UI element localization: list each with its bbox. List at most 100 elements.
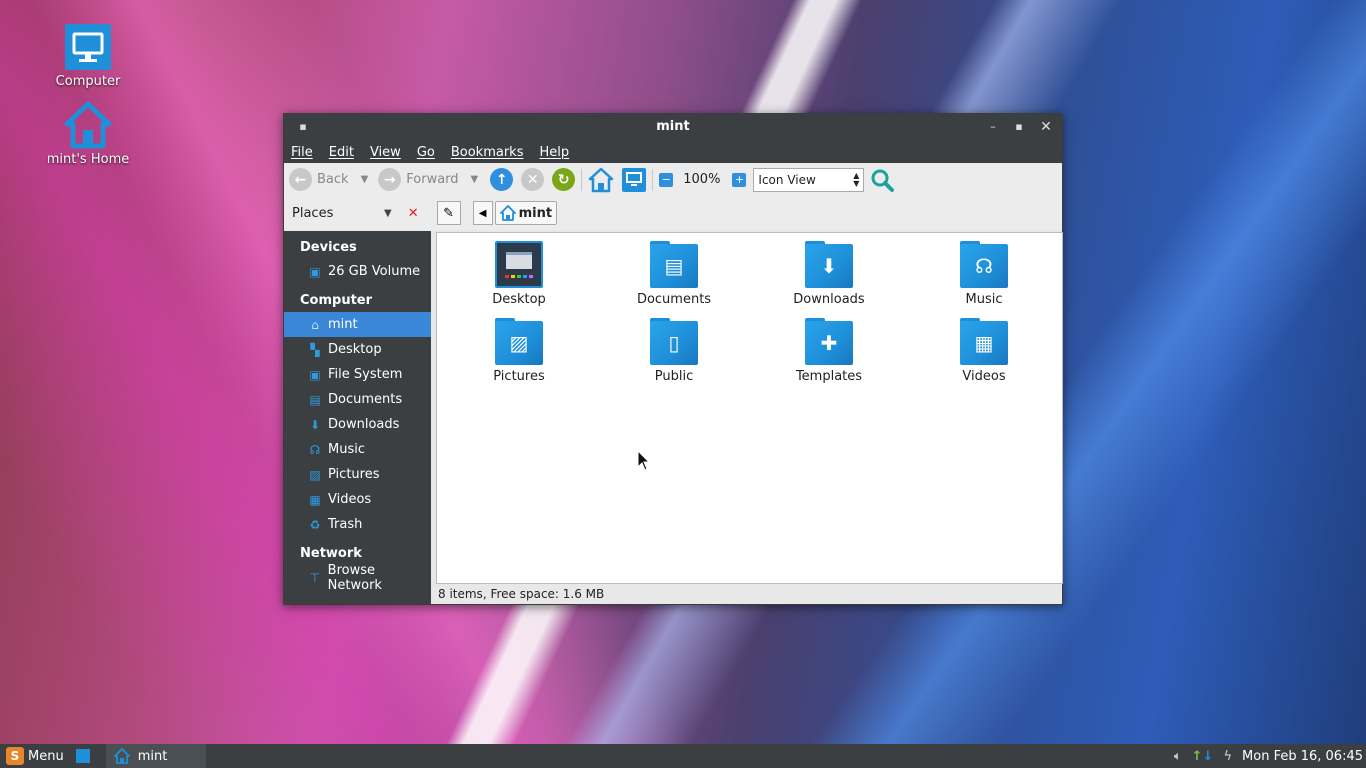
sidebar-item-browse-network[interactable]: ⊤ Browse Network	[284, 562, 431, 593]
headphones-icon: ☊	[960, 241, 1008, 288]
file-item-videos[interactable]: ▦ Videos	[929, 318, 1039, 384]
places-sidebar: Devices ▣ 26 GB Volume Computer ⌂ mint ▚…	[284, 231, 431, 604]
menu-logo-icon: S	[6, 747, 24, 765]
file-item-pictures[interactable]: ▨ Pictures	[464, 318, 574, 384]
taskbar: S Menu mint 🔈︎ ↑↓ ϟ Mon Feb 16, 06:45	[0, 744, 1366, 768]
breadcrumb-label: mint	[518, 205, 553, 221]
menu-button[interactable]: Menu	[28, 749, 64, 764]
sidebar-mode-dropdown-icon[interactable]: ▼	[384, 208, 392, 219]
sidebar-item-documents[interactable]: ▤ Documents	[284, 387, 431, 412]
sidebar-item-file-system[interactable]: ▣ File System	[284, 362, 431, 387]
desktop-icon-home[interactable]: mint's Home	[43, 100, 133, 167]
door-icon: ▯	[650, 318, 698, 365]
power-icon[interactable]: ϟ	[1223, 749, 1232, 764]
document-icon: ▤	[650, 241, 698, 288]
desktop-folder-icon	[495, 241, 543, 288]
desktop-icon-label: mint's Home	[46, 152, 130, 167]
view-mode-select[interactable]: Icon View ▲ ▼	[753, 167, 865, 192]
menu-view[interactable]: View	[370, 145, 401, 160]
file-label: Pictures	[493, 369, 545, 384]
sidebar-item-videos[interactable]: ▦ Videos	[284, 487, 431, 512]
file-label: Downloads	[793, 292, 865, 307]
show-desktop-icon[interactable]	[75, 749, 90, 763]
file-item-templates[interactable]: ✚ Templates	[774, 318, 884, 384]
volume-icon[interactable]: 🔈︎	[1174, 749, 1182, 764]
drive-icon: ▣	[309, 367, 321, 382]
menu-file[interactable]: File	[291, 145, 313, 160]
menu-go[interactable]: Go	[417, 145, 435, 160]
minimize-button[interactable]: –	[984, 118, 1002, 136]
window-titlebar[interactable]: ▪ mint – ▪ ✕	[284, 114, 1062, 141]
stop-button[interactable]: ✕	[521, 168, 545, 191]
zoom-out-button[interactable]: −	[659, 172, 674, 187]
maximize-button[interactable]: ▪	[1010, 118, 1028, 136]
sidebar-item-label: File System	[328, 367, 403, 382]
back-history-dropdown-icon[interactable]: ▼	[361, 174, 369, 185]
file-item-desktop[interactable]: Desktop	[464, 241, 574, 307]
back-button[interactable]: ← Back ▼	[289, 168, 368, 191]
file-label: Public	[654, 369, 694, 384]
toolbar: ← Back ▼ → Forward ▼ ↑ ✕ ↻ − 100% + Icon…	[284, 163, 1062, 196]
sidebar-item-music[interactable]: ☊ Music	[284, 437, 431, 462]
forward-arrow-icon: →	[378, 168, 402, 191]
sidebar-item-label: Documents	[328, 392, 403, 407]
desktop-icon-label: Computer	[55, 74, 121, 89]
monitor-icon	[63, 22, 113, 72]
file-item-music[interactable]: ☊ Music	[929, 241, 1039, 307]
network-icon: ⊤	[309, 570, 321, 585]
sidebar-item-label: Browse Network	[327, 562, 382, 593]
breadcrumb[interactable]: mint	[494, 201, 558, 225]
file-label: Documents	[636, 292, 712, 307]
close-button[interactable]: ✕	[1037, 118, 1055, 136]
sidebar-item-desktop[interactable]: ▚ Desktop	[284, 337, 431, 362]
view-mode-value: Icon View	[758, 172, 816, 187]
zoom-in-button[interactable]: +	[732, 172, 747, 187]
menu-help[interactable]: Help	[539, 145, 569, 160]
sidebar-item-pictures[interactable]: ▨ Pictures	[284, 462, 431, 487]
file-item-downloads[interactable]: ⬇ Downloads	[774, 241, 884, 307]
spin-arrows-icon: ▲ ▼	[853, 170, 860, 188]
file-label: Templates	[795, 369, 863, 384]
file-view[interactable]: Desktop ▤ Documents ⬇ Downloads ☊ Music …	[436, 232, 1063, 584]
sidebar-item-trash[interactable]: ♻ Trash	[284, 512, 431, 537]
sidebar-item-volume[interactable]: ▣ 26 GB Volume	[284, 259, 431, 284]
taskbar-task-mint[interactable]: mint	[105, 744, 206, 768]
file-item-documents[interactable]: ▤ Documents	[619, 241, 729, 307]
forward-button[interactable]: → Forward ▼	[378, 168, 478, 191]
zoom-level: 100%	[683, 172, 721, 187]
reload-button[interactable]: ↻	[552, 168, 576, 191]
toggle-location-entry-button[interactable]: ✎	[436, 201, 461, 225]
search-button[interactable]	[870, 168, 895, 192]
up-button[interactable]: ↑	[490, 168, 514, 191]
sidebar-heading-network: Network	[300, 546, 362, 561]
task-label: mint	[137, 748, 168, 764]
file-label: Videos	[962, 369, 1006, 384]
desktop-icon: ▚	[310, 342, 320, 357]
desktop-icon-computer[interactable]: Computer	[43, 22, 133, 89]
sidebar-item-mint[interactable]: ⌂ mint	[284, 312, 431, 337]
close-sidebar-icon[interactable]: ✕	[408, 206, 419, 221]
clock[interactable]: Mon Feb 16, 06:45	[1242, 749, 1363, 764]
network-transfer-icon[interactable]: ↑↓	[1192, 749, 1214, 764]
home-button[interactable]	[588, 167, 614, 193]
sidebar-item-label: Pictures	[328, 467, 380, 482]
home-icon	[499, 205, 516, 221]
sidebar-mode-label: Places	[292, 205, 334, 221]
menu-edit[interactable]: Edit	[329, 145, 354, 160]
breadcrumb-left-arrow[interactable]: ◀	[472, 201, 493, 225]
file-item-public[interactable]: ▯ Public	[619, 318, 729, 384]
drive-icon: ▣	[309, 264, 321, 279]
forward-history-dropdown-icon[interactable]: ▼	[471, 174, 479, 185]
menu-bookmarks[interactable]: Bookmarks	[451, 145, 524, 160]
file-label: Desktop	[492, 292, 546, 307]
trash-icon: ♻	[309, 517, 321, 532]
picture-icon: ▨	[309, 467, 321, 482]
sidebar-item-label: Downloads	[328, 417, 400, 432]
picture-icon: ▨	[495, 318, 543, 365]
sidebar-item-label: Desktop	[328, 342, 382, 357]
menubar: File Edit View Go Bookmarks Help	[284, 141, 1062, 163]
toolbar-separator	[581, 168, 583, 191]
sidebar-item-label: Videos	[328, 492, 372, 507]
sidebar-item-downloads[interactable]: ⬇ Downloads	[284, 412, 431, 437]
computer-button[interactable]	[622, 167, 647, 192]
